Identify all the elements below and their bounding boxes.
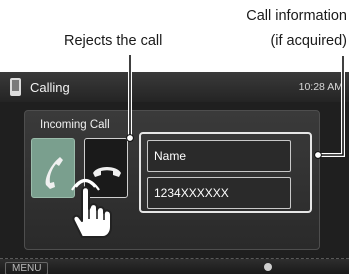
caller-number-field: 1234XXXXXX	[147, 177, 291, 209]
phone-status-icon	[10, 78, 21, 96]
panel-title: Incoming Call	[40, 119, 110, 131]
indicator-dot	[264, 263, 272, 271]
call-info-callout-line1: Call information	[246, 8, 347, 24]
status-title: Calling	[30, 80, 70, 95]
reject-call-callout: Rejects the call	[64, 33, 163, 49]
bottom-bar: MENU	[0, 258, 349, 274]
status-bar: Calling 10:28 AM	[0, 72, 349, 102]
caller-number: 1234XXXXXX	[154, 186, 229, 200]
hand-pointer-icon	[71, 178, 112, 238]
status-clock: 10:28 AM	[298, 81, 343, 93]
call-info-callout-line2: (if acquired)	[270, 33, 347, 49]
caller-name-field: Name	[147, 140, 291, 172]
head-unit-screen: Calling 10:28 AM Incoming Call Name 1234…	[0, 72, 349, 274]
caller-name: Name	[154, 149, 187, 163]
menu-button[interactable]: MENU	[5, 262, 49, 274]
